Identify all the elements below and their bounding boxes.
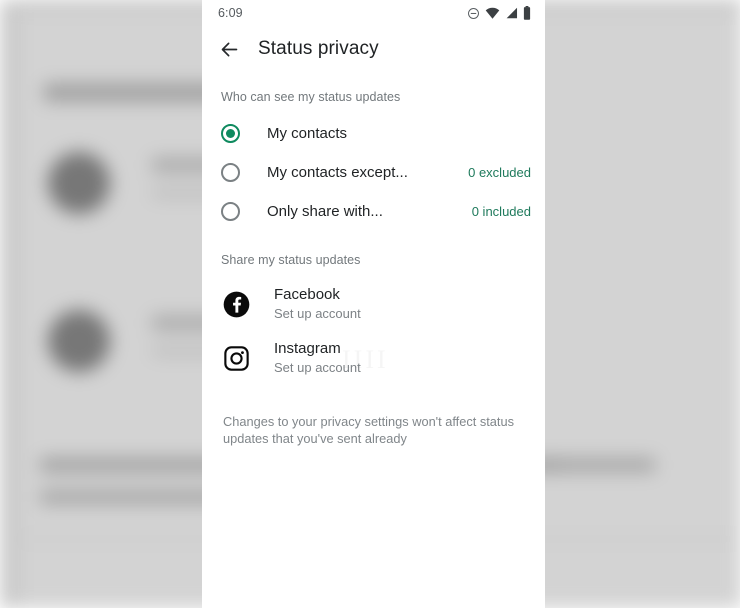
- radio-indicator-selected[interactable]: [221, 124, 240, 143]
- radio-option-my-contacts-except[interactable]: My contacts except... 0 excluded: [202, 153, 545, 192]
- backdrop-left-rail: [0, 0, 20, 608]
- facebook-icon: [222, 290, 250, 318]
- share-row-facebook[interactable]: Facebook Set up account: [202, 277, 545, 331]
- radio-option-my-contacts[interactable]: My contacts: [202, 114, 545, 153]
- do-not-disturb-icon: [467, 7, 480, 20]
- page-title: Status privacy: [258, 38, 379, 59]
- visibility-section-header: Who can see my status updates: [221, 90, 401, 104]
- status-bar-clock: 6:09: [218, 6, 243, 20]
- right-margin: [740, 0, 750, 608]
- backdrop-avatar: [48, 310, 110, 372]
- radio-indicator[interactable]: [221, 202, 240, 221]
- backdrop-avatar: [48, 152, 110, 214]
- share-app-status: Set up account: [274, 360, 361, 375]
- share-row-instagram[interactable]: Instagram Set up account: [202, 331, 545, 385]
- share-app-name: Instagram: [274, 340, 341, 357]
- radio-option-label: My contacts: [267, 125, 348, 142]
- backdrop-text-line: [560, 458, 655, 472]
- back-arrow-icon[interactable]: [218, 38, 240, 60]
- battery-icon: [523, 6, 531, 20]
- radio-option-label: My contacts except...: [267, 164, 408, 181]
- status-bar-icons: [467, 6, 531, 20]
- radio-option-count: 0 excluded: [468, 165, 531, 180]
- share-section-header: Share my status updates: [221, 253, 361, 267]
- radio-option-label: Only share with...: [267, 203, 383, 220]
- radio-option-only-share-with[interactable]: Only share with... 0 included: [202, 192, 545, 231]
- instagram-icon: [222, 344, 250, 372]
- privacy-footer-note: Changes to your privacy settings won't a…: [223, 414, 514, 446]
- share-app-status: Set up account: [274, 306, 361, 321]
- share-row-text: Facebook Set up account: [274, 286, 361, 322]
- radio-option-count: 0 included: [471, 204, 531, 219]
- screenshot-stage: IIII 6:09 Status privacy Who can see my …: [0, 0, 750, 608]
- app-bar: Status privacy: [202, 26, 545, 72]
- status-bar: 6:09: [202, 0, 545, 26]
- status-privacy-sheet: IIII 6:09 Status privacy Who can see my …: [202, 0, 545, 608]
- share-app-name: Facebook: [274, 286, 340, 303]
- radio-indicator[interactable]: [221, 163, 240, 182]
- share-row-text: Instagram Set up account: [274, 340, 361, 376]
- wifi-icon: [485, 7, 500, 19]
- cellular-signal-icon: [505, 7, 518, 19]
